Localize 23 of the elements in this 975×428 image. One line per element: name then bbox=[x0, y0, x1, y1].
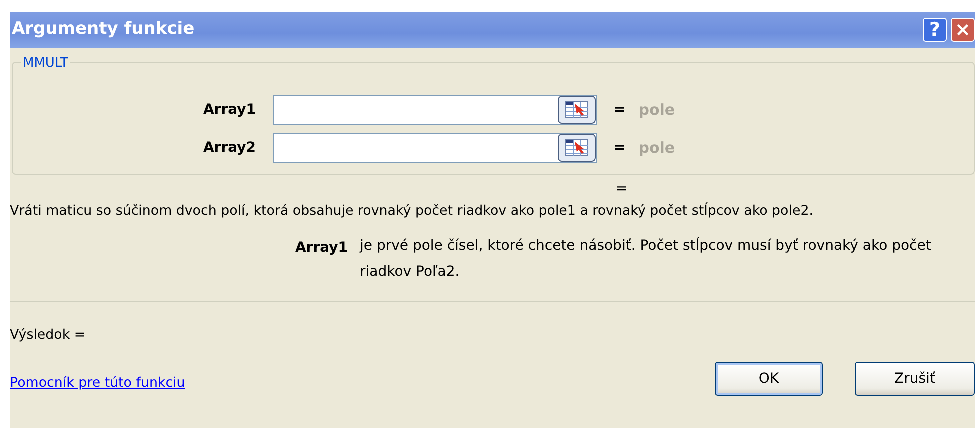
close-button[interactable]: × bbox=[951, 18, 975, 42]
argument-label: Array2 bbox=[202, 138, 256, 158]
function-description: Vráti maticu so súčinom dvoch polí, ktorá obsahuje rovnaký počet riadkov ako pole1 a rovnaký počet stĺpcov ako pole2. bbox=[10, 202, 814, 221]
argument-field[interactable] bbox=[273, 133, 597, 163]
collapse-dialog-button[interactable] bbox=[558, 134, 596, 162]
ok-button[interactable]: OK bbox=[715, 362, 823, 396]
argument-name: Array1 bbox=[294, 239, 348, 258]
argument-result: pole bbox=[638, 100, 676, 121]
help-button[interactable]: ? bbox=[923, 18, 947, 42]
argument-label: Array1 bbox=[202, 100, 256, 120]
help-link[interactable]: Pomocník pre túto funkciu bbox=[10, 374, 715, 394]
result-label: Výsledok = bbox=[10, 327, 87, 346]
argument-field[interactable] bbox=[273, 95, 597, 125]
argument-result: pole bbox=[638, 138, 676, 159]
collapse-dialog-button[interactable] bbox=[558, 96, 596, 124]
equals-sign: = bbox=[614, 138, 626, 158]
equals-sign: = bbox=[614, 100, 626, 120]
window-title: Argumenty funkcie bbox=[12, 18, 196, 42]
cell-range-icon bbox=[565, 139, 589, 157]
cell-range-icon bbox=[565, 101, 589, 119]
argument-description: je prvé pole čísel, ktoré chcete násobiť. Počet stĺpcov musí byť rovnaký ako počet riadkov Poľa2. bbox=[360, 236, 932, 282]
cancel-button[interactable]: Zrušiť bbox=[855, 362, 975, 396]
formula-result: = bbox=[616, 180, 629, 199]
